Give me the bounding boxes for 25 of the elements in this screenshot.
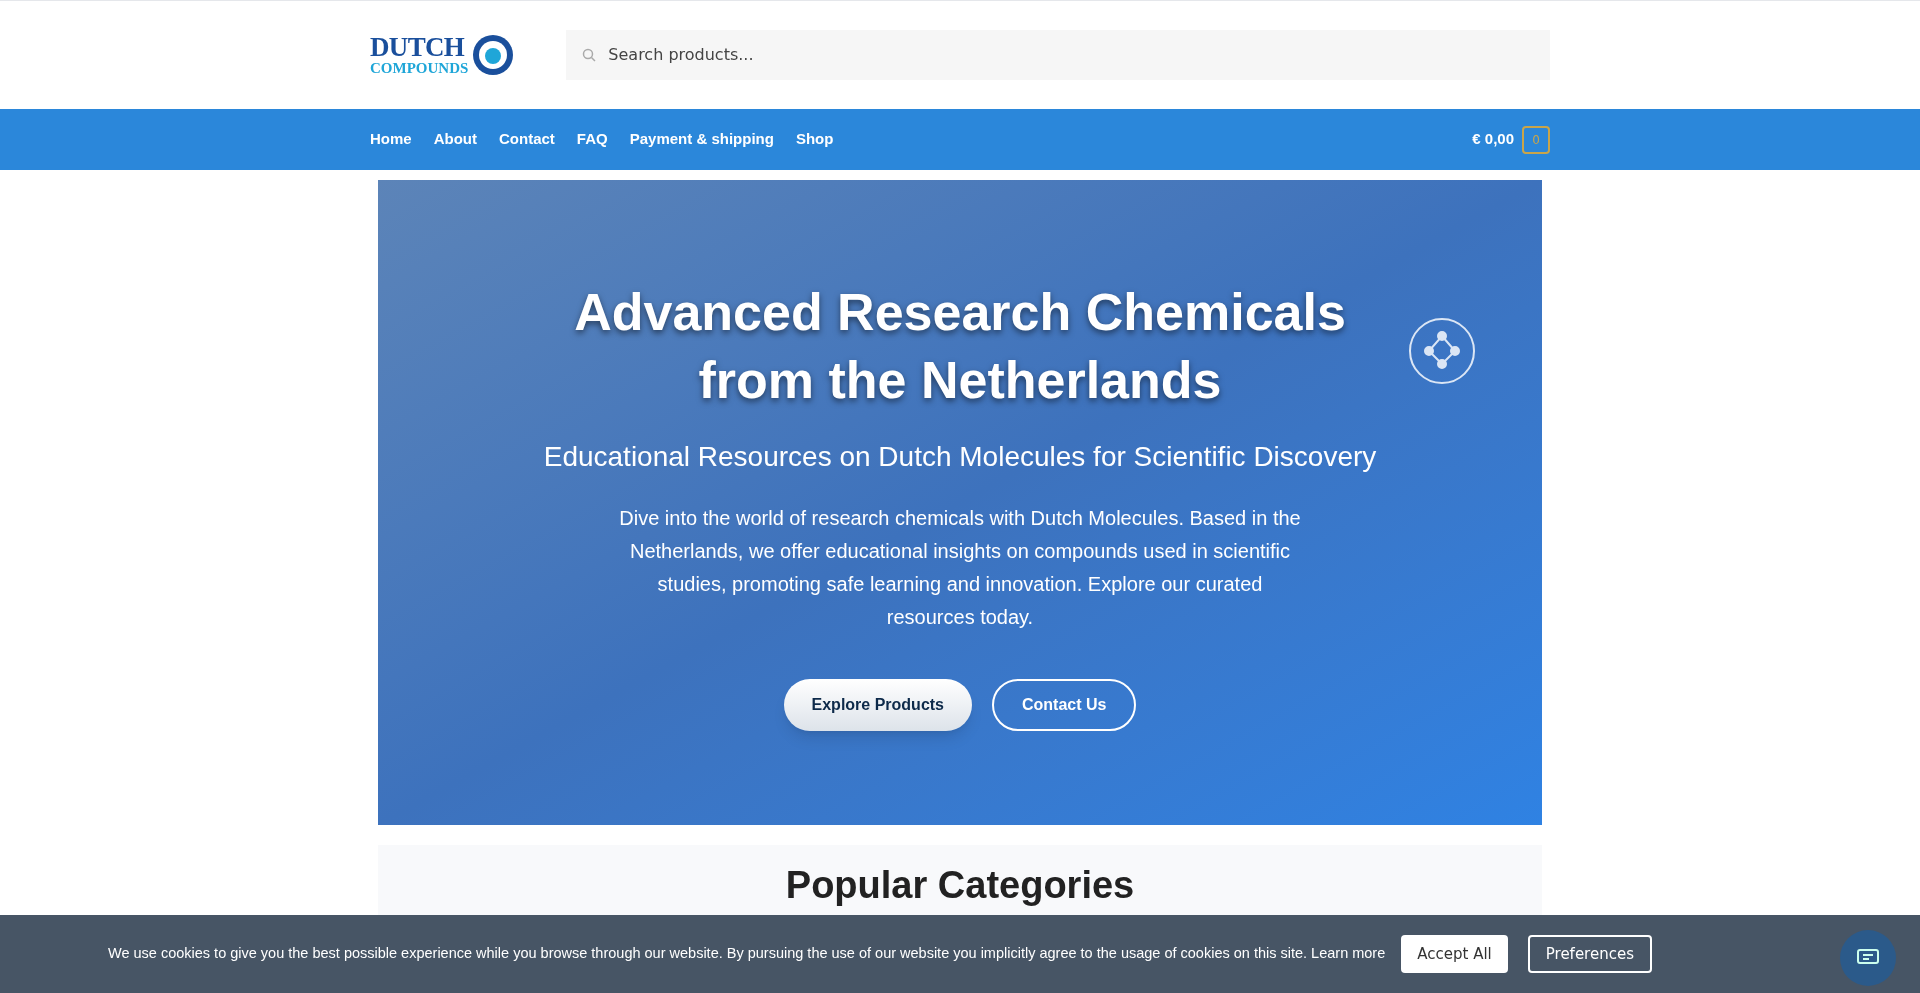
cookie-notice: We use cookies to give you the best possible experience while you browse through our website. By pursuing the use of our website you implicitly agree to the usage of cookies on this site. Learn more	[108, 944, 1386, 964]
hero-title: Advanced Research Chemicals from the Netherlands	[573, 282, 1347, 411]
nav-link[interactable]: FAQ	[576, 128, 608, 151]
logo-emblem-icon	[472, 34, 515, 76]
section-title: Popular Categories	[785, 863, 1135, 907]
nav-link[interactable]: Contact	[499, 128, 555, 151]
learn-more-link[interactable]: Learn more	[1311, 945, 1386, 962]
nav-link[interactable]: Payment & shipping	[629, 128, 774, 151]
cart-total[interactable]: € 0,00	[1472, 128, 1514, 151]
search-field[interactable]: Search products...	[566, 30, 1550, 80]
nav-link[interactable]: Home	[370, 128, 412, 151]
logo[interactable]: DUTCH COMPOUNDS	[370, 34, 515, 76]
hero-description: Dive into the world of research chemicals with Dutch Molecules. Based in the Netherlands, we offer educational insights on compounds used in scientific studies, promoting safe learning and innovation. Explore our curated resources today.	[618, 506, 1302, 630]
logo-text: COMPOUNDS	[370, 61, 469, 76]
network-icon	[1408, 317, 1476, 385]
cookie-button[interactable]: Accept All	[1401, 935, 1508, 973]
cookie-button[interactable]: Preferences	[1527, 935, 1652, 973]
nav-link[interactable]: About	[433, 128, 477, 151]
logo-text: DUTCH	[370, 34, 466, 61]
search-icon	[582, 48, 597, 62]
search-input[interactable]: Search products...	[608, 43, 1534, 67]
hero-subtitle: Educational Resources on Dutch Molecules for Scientific Discovery	[543, 440, 1377, 474]
nav-link[interactable]: Shop	[795, 128, 834, 151]
hero-button[interactable]: Explore Products	[783, 679, 972, 731]
hero-button[interactable]: Contact Us	[992, 679, 1137, 731]
